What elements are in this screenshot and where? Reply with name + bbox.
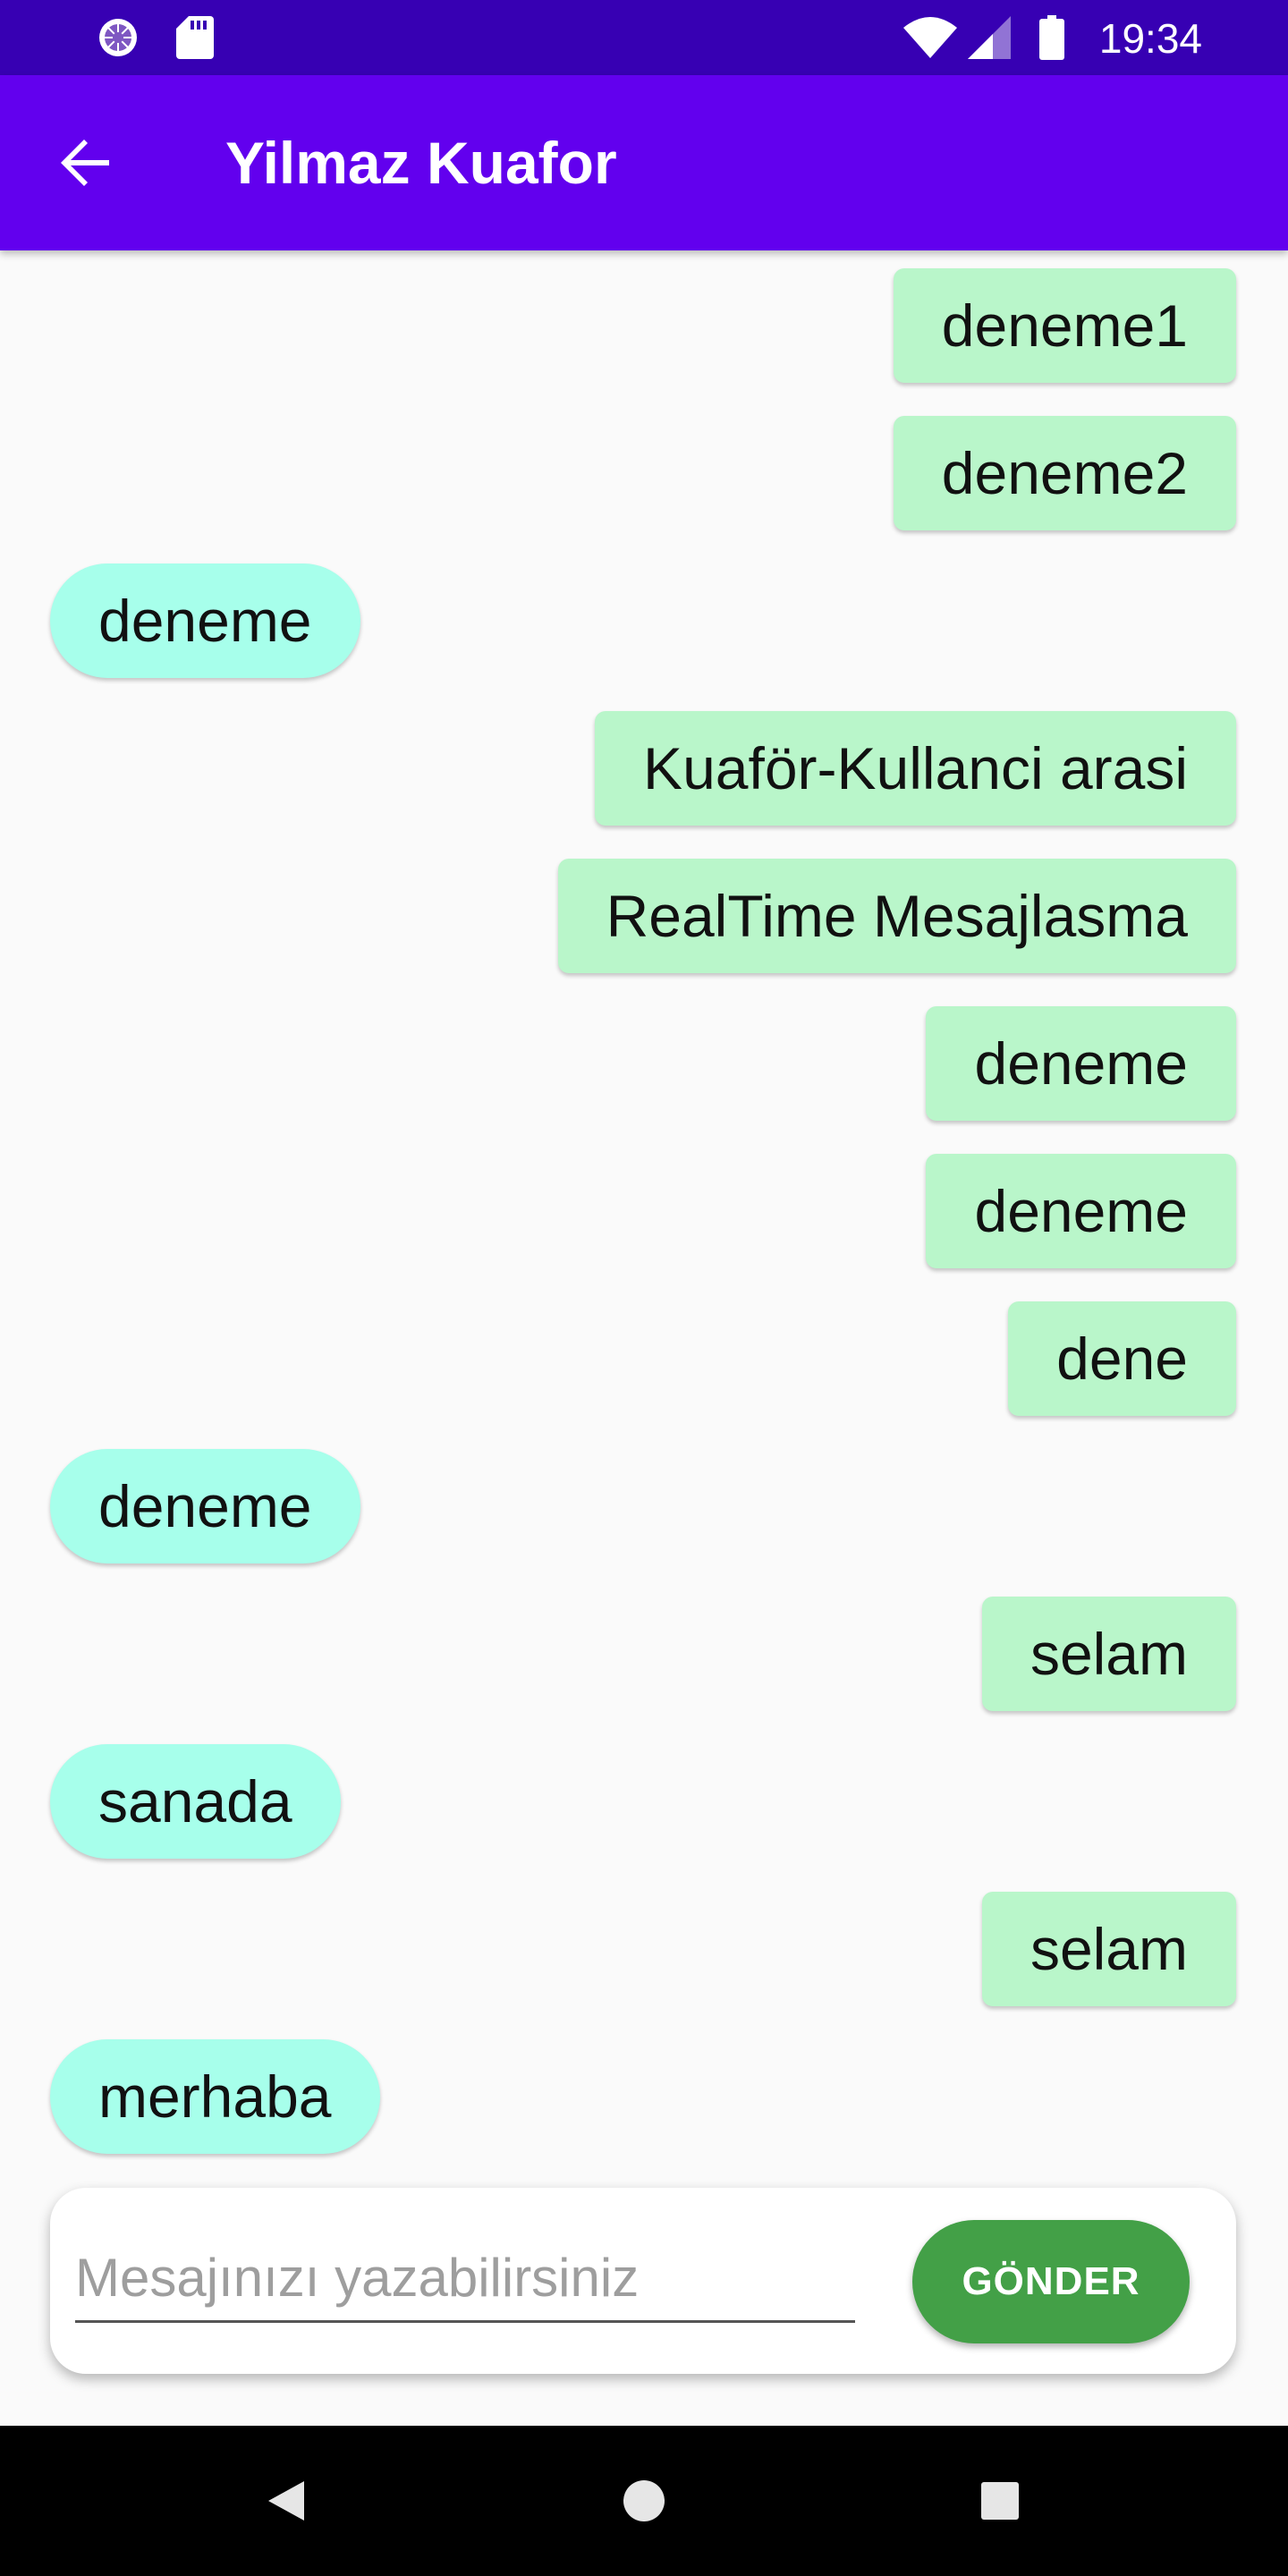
app-bar: Yilmaz Kuafor [0,75,1288,250]
navigation-bar [0,2426,1288,2576]
battery-icon [1036,0,1068,75]
status-bar: 19:34 [0,0,1288,75]
nav-home-button[interactable] [581,2426,707,2576]
received-message-row: merhaba [0,2039,1288,2157]
sent-message-row: RealTime Mesajlasma [0,859,1288,977]
message-input[interactable] [75,2234,855,2323]
back-button[interactable] [43,120,129,206]
received-message-row: deneme [0,1449,1288,1567]
received-message-bubble[interactable]: deneme [50,1449,360,1563]
signal-icon [966,0,1013,75]
sync-circle-icon [95,0,141,75]
sent-message-row: deneme1 [0,268,1288,386]
sent-message-row: dene [0,1301,1288,1419]
recents-square-icon [981,2482,1019,2520]
status-time: 19:34 [1098,15,1202,62]
chat-title: Yilmaz Kuafor [225,130,617,196]
sent-message-row: deneme [0,1154,1288,1272]
received-message-row: deneme [0,564,1288,682]
sent-message-row: deneme2 [0,416,1288,534]
arrow-back-icon [61,140,109,186]
sent-message-bubble[interactable]: deneme [926,1006,1236,1121]
nav-recents-button[interactable] [937,2426,1063,2576]
message-list[interactable]: deneme1 deneme2 deneme Kuaför-Kullanci aras… [0,250,1288,2172]
sent-message-row: selam [0,1892,1288,2010]
back-triangle-icon [268,2481,304,2521]
wifi-icon [902,0,959,75]
home-circle-icon [623,2480,665,2521]
sent-message-row: selam [0,1597,1288,1715]
sent-message-bubble[interactable]: deneme1 [893,268,1236,383]
send-button[interactable]: GÖNDER [912,2220,1190,2343]
sent-message-bubble[interactable]: deneme2 [893,416,1236,530]
sd-card-icon [174,0,216,75]
sent-message-bubble[interactable]: selam [981,1597,1236,1711]
sent-message-bubble[interactable]: RealTime Mesajlasma [557,859,1236,973]
received-message-row: sanada [0,1744,1288,1862]
nav-back-button[interactable] [224,2426,349,2576]
sent-message-bubble[interactable]: dene [1008,1301,1236,1416]
sent-message-bubble[interactable]: deneme [926,1154,1236,1268]
received-message-bubble[interactable]: merhaba [50,2039,380,2154]
sent-message-row: deneme [0,1006,1288,1124]
chat-screen: 19:34 Yilmaz Kuafor deneme1 deneme2 deneme… [0,0,1288,2576]
sent-message-bubble[interactable]: selam [981,1892,1236,2006]
received-message-bubble[interactable]: deneme [50,564,360,678]
received-message-bubble[interactable]: sanada [50,1744,341,1859]
sent-message-row: Kuaför-Kullanci arasi [0,711,1288,829]
composer-card: GÖNDER [50,2188,1236,2374]
sent-message-bubble[interactable]: Kuaför-Kullanci arasi [595,711,1236,826]
